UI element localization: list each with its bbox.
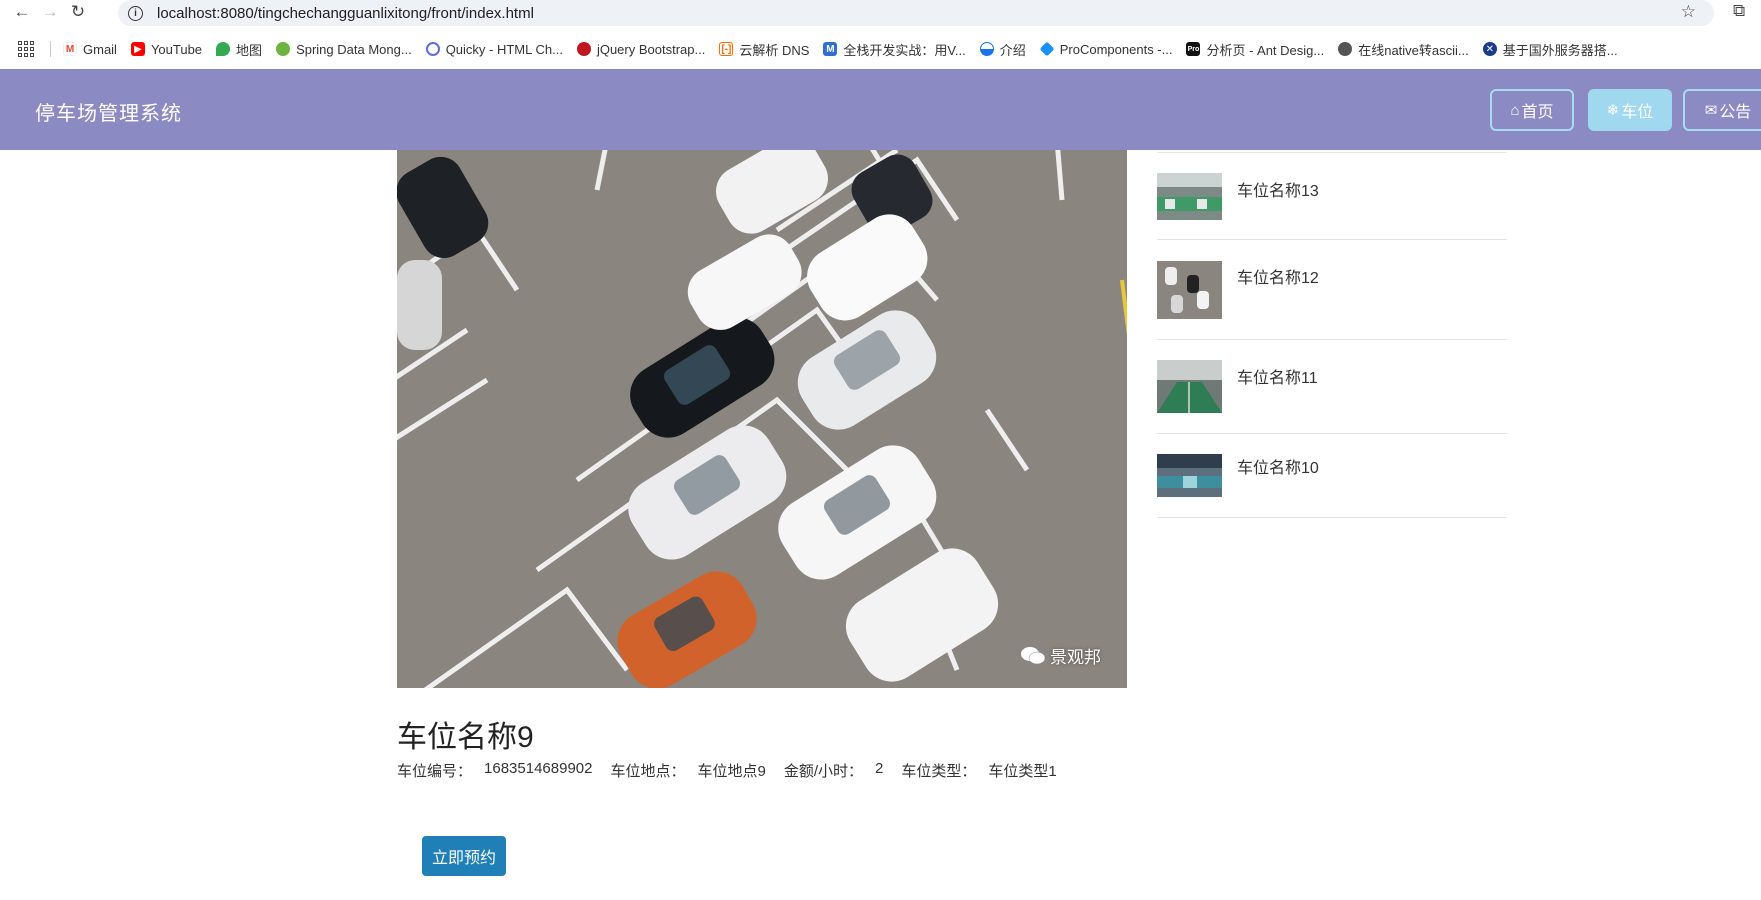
gmail-icon: M (63, 42, 77, 56)
spot-type-label: 车位类型： (901, 763, 977, 780)
parking-spot-meta: 车位编号： 1683514689902 车位地点： 车位地点9 金额/小时： 2… (397, 760, 1075, 781)
home-icon: ⌂ (1510, 101, 1520, 119)
youtube-icon: ▶ (130, 42, 145, 56)
bookmark-item[interactable]: ✕ 基于国外服务器搭... (1482, 40, 1618, 59)
bookmark-item[interactable]: Quicky - HTML Ch... (425, 42, 563, 57)
nav-notice-button[interactable]: ✉ 公告 (1683, 89, 1761, 131)
app-title: 停车场管理系统 (35, 103, 182, 125)
spot-number-label: 车位编号： (397, 763, 473, 780)
world-icon (1338, 42, 1353, 56)
antd-icon (1039, 41, 1055, 57)
snowflake-icon: ❄ (1606, 102, 1620, 119)
sidebar-spot-name[interactable]: 车位名称10 (1237, 454, 1319, 478)
bookmark-item[interactable]: M 全栈开发实战：用V... (823, 40, 966, 59)
sidebar-spot-thumbnail[interactable] (1157, 261, 1222, 319)
spot-type-value: 车位类型1 (988, 763, 1057, 780)
bookmark-item[interactable]: Spring Data Mong... (276, 42, 412, 57)
sidebar-spot-item[interactable]: 车位名称10 (1157, 434, 1507, 518)
sidebar-spot-item[interactable]: 车位名称12 (1157, 240, 1507, 340)
spot-location-value: 车位地点9 (697, 763, 766, 780)
globe-icon (979, 42, 994, 56)
reload-icon: ↻ (70, 2, 86, 21)
bookmark-item[interactable]: ProComponents -... (1039, 41, 1172, 57)
arrow-right-icon: → (41, 2, 59, 21)
spot-price-label: 金额/小时： (783, 763, 863, 780)
spring-icon (276, 42, 291, 56)
bookmark-item[interactable]: 地图 (216, 40, 262, 59)
forward-button[interactable]: → (36, 0, 64, 24)
quicky-icon (425, 42, 440, 56)
flag-icon: ✕ (1482, 42, 1497, 56)
nav-home-button[interactable]: ⌂ 首页 (1490, 89, 1574, 131)
site-info-icon[interactable]: i (128, 5, 143, 21)
sidebar-spot-name[interactable]: 车位名称12 (1237, 264, 1319, 288)
nav-parking-spot-button[interactable]: ❄ 车位 (1588, 89, 1672, 131)
aliyun-icon: [-] (719, 42, 734, 56)
apps-grid-icon[interactable] (18, 41, 36, 57)
bookmark-item[interactable]: jQuery Bootstrap... (576, 42, 705, 57)
reload-button[interactable]: ↻ (64, 0, 92, 24)
reserve-now-button[interactable]: 立即预约 (422, 836, 506, 876)
bookmark-star-icon[interactable]: ☆ (1681, 2, 1696, 22)
url-text[interactable]: localhost:8080/tingchechangguanlixitong/… (157, 5, 534, 22)
bookmarks-bar: M Gmail ▶ YouTube 地图 Spring Data Mong... Q… (0, 36, 1761, 62)
sidebar-spot-name[interactable]: 车位名称11 (1237, 364, 1318, 388)
bookmark-item[interactable]: ▶ YouTube (130, 42, 202, 57)
arrow-left-icon: ← (13, 2, 31, 21)
sidebar-spot-thumbnail[interactable] (1157, 454, 1222, 497)
sidebar-spot-item[interactable]: 车位名称13 (1157, 153, 1507, 240)
m-icon: M (823, 42, 838, 56)
bookmark-item[interactable]: 介绍 (979, 40, 1026, 59)
sidebar-spot-thumbnail[interactable] (1157, 360, 1222, 413)
wechat-icon (1021, 646, 1046, 664)
sidebar-spot-thumbnail[interactable] (1157, 173, 1222, 220)
bookmark-item[interactable]: [-] 云解析 DNS (719, 40, 809, 59)
mail-icon: ✉ (1704, 102, 1718, 119)
app-header: 停车场管理系统 ⌂ 首页 ❄ 车位 ✉ 公告 (0, 69, 1761, 150)
pro-icon: Pro (1186, 42, 1201, 56)
extensions-icon[interactable]: ⧉ (1733, 1, 1745, 21)
spot-number-value: 1683514689902 (484, 760, 593, 777)
address-bar[interactable]: i localhost:8080/tingchechangguanlixiton… (118, 0, 1714, 26)
bookmarks-divider (50, 41, 51, 57)
parking-lot-illustration (397, 150, 1127, 688)
sidebar-spot-item[interactable]: 车位名称11 (1157, 340, 1507, 434)
parking-spot-photo: 景观邦 (397, 150, 1127, 688)
maps-icon (216, 42, 231, 56)
jquery-icon (576, 42, 591, 56)
spot-location-label: 车位地点： (610, 763, 686, 780)
bookmark-item[interactable]: 在线native转ascii... (1338, 40, 1469, 59)
image-watermark: 景观邦 (1020, 643, 1101, 668)
back-button[interactable]: ← (8, 0, 36, 24)
sidebar-spot-name[interactable]: 车位名称13 (1237, 177, 1319, 201)
bookmark-item[interactable]: Pro 分析页 - Ant Desig... (1186, 40, 1324, 59)
spot-price-value: 2 (875, 760, 884, 777)
bookmark-item[interactable]: M Gmail (63, 42, 117, 57)
parking-spot-title: 车位名称9 (397, 721, 534, 754)
